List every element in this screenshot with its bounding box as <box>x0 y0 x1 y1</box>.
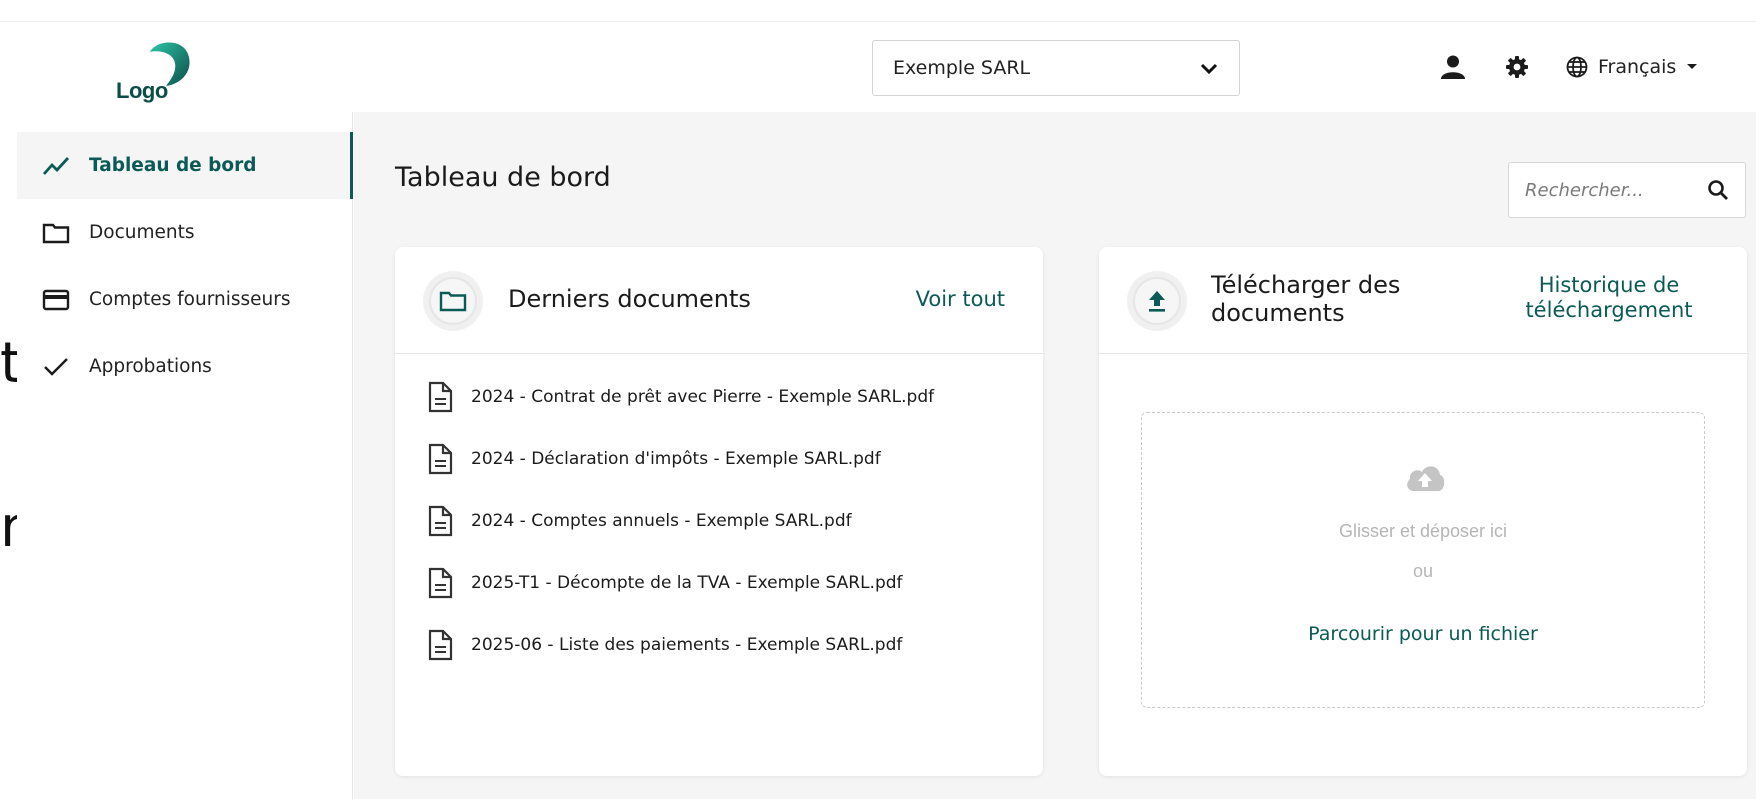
card-title-line: documents <box>1211 299 1345 327</box>
trend-line-icon <box>42 156 70 175</box>
caret-down-icon <box>1687 64 1698 69</box>
app-header: Logo Exemple SARL Français <box>0 22 1756 112</box>
search-input[interactable] <box>1525 179 1707 201</box>
sidebar-item-label: Tableau de bord <box>89 155 257 176</box>
search-icon[interactable] <box>1707 179 1729 201</box>
document-icon <box>428 381 453 413</box>
folder-icon <box>42 223 70 243</box>
document-icon <box>428 443 453 475</box>
sidebar-item-documents[interactable]: Documents <box>17 199 353 266</box>
document-item[interactable]: 2025-T1 - Décompte de la TVA - Exemple S… <box>425 563 903 603</box>
top-border <box>0 0 1756 22</box>
document-name: 2025-06 - Liste des paiements - Exemple … <box>471 635 903 655</box>
sidebar-item-approvals[interactable]: Approbations <box>17 333 353 400</box>
page-title: Tableau de bord <box>395 162 611 193</box>
logo-text: Logo <box>116 78 168 103</box>
upload-documents-card: Télécharger des documents Historique de … <box>1099 247 1747 776</box>
document-name: 2024 - Contrat de prêt avec Pierre - Exe… <box>471 387 935 407</box>
settings-button[interactable] <box>1502 52 1532 82</box>
company-select[interactable]: Exemple SARL <box>872 40 1240 96</box>
document-item[interactable]: 2025-06 - Liste des paiements - Exemple … <box>425 625 902 665</box>
icon-circle <box>423 271 483 331</box>
dropzone-text: Glisser et déposer ici <box>1338 521 1508 541</box>
document-name: 2025-T1 - Décompte de la TVA - Exemple S… <box>471 573 903 593</box>
sidebar-item-label: Documents <box>89 222 195 243</box>
view-all-link[interactable]: Voir tout <box>916 287 1005 311</box>
sidebar: Tableau de bord Documents Comptes fourni… <box>17 112 353 799</box>
sidebar-item-label: Approbations <box>89 356 212 377</box>
language-label: Français <box>1598 56 1677 78</box>
card-title: Derniers documents <box>508 285 751 313</box>
card-title: Télécharger des documents <box>1211 271 1400 327</box>
dropzone-or-text: ou <box>1412 561 1434 581</box>
logo[interactable]: Logo <box>112 38 202 103</box>
link-line: Historique de <box>1538 273 1680 297</box>
globe-icon <box>1566 56 1588 78</box>
document-item[interactable]: 2024 - Contrat de prêt avec Pierre - Exe… <box>425 377 934 417</box>
search-box <box>1508 162 1746 218</box>
gear-icon <box>1506 56 1528 78</box>
icon-circle-inner <box>1133 277 1181 325</box>
folder-icon <box>439 291 467 312</box>
sidebar-item-label: Comptes fournisseurs <box>89 289 291 310</box>
card-header: Derniers documents Voir tout <box>395 247 1043 354</box>
icon-circle <box>1127 271 1187 331</box>
document-icon <box>428 505 453 537</box>
company-select-value: Exemple SARL <box>893 57 1031 79</box>
document-name: 2024 - Comptes annuels - Exemple SARL.pd… <box>471 511 852 531</box>
document-item[interactable]: 2024 - Déclaration d'impôts - Exemple SA… <box>425 439 881 479</box>
upload-history-link[interactable]: Historique de téléchargement <box>1499 273 1719 323</box>
user-icon <box>1441 55 1465 79</box>
document-name: 2024 - Déclaration d'impôts - Exemple SA… <box>471 449 881 469</box>
recent-documents-card: Derniers documents Voir tout 2024 - Cont… <box>395 247 1043 776</box>
sidebar-item-dashboard[interactable]: Tableau de bord <box>17 132 353 199</box>
upload-icon <box>1149 291 1165 312</box>
link-line: téléchargement <box>1525 298 1693 322</box>
card-title-line: Télécharger des <box>1211 271 1401 299</box>
check-icon <box>44 357 68 376</box>
cloud-upload-icon <box>1407 466 1445 491</box>
sidebar-item-suppliers[interactable]: Comptes fournisseurs <box>17 266 353 333</box>
card-header: Télécharger des documents Historique de … <box>1099 247 1747 354</box>
user-account-button[interactable] <box>1438 52 1468 82</box>
chevron-down-icon <box>1200 63 1218 75</box>
browse-file-link[interactable]: Parcourir pour un fichier <box>1142 623 1704 645</box>
language-selector[interactable]: Français <box>1566 50 1698 84</box>
main-content: Tableau de bord Derniers documents Voir … <box>354 112 1756 799</box>
icon-circle-inner <box>429 277 477 325</box>
file-dropzone[interactable]: Glisser et déposer ici ou Parcourir pour… <box>1141 412 1705 708</box>
document-icon <box>428 567 453 599</box>
credit-card-icon <box>42 289 70 310</box>
document-icon <box>428 629 453 661</box>
document-item[interactable]: 2024 - Comptes annuels - Exemple SARL.pd… <box>425 501 852 541</box>
